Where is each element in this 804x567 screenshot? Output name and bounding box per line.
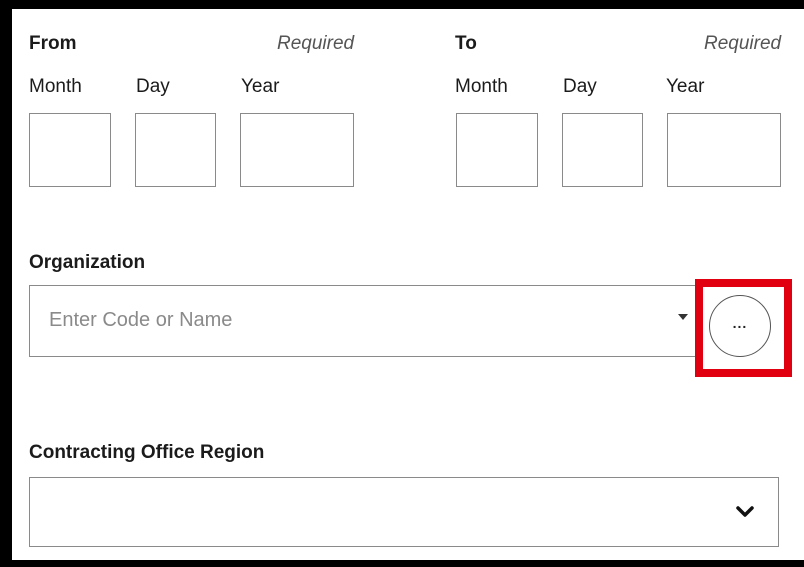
from-day-label: Day xyxy=(136,76,170,97)
to-required-text: Required xyxy=(704,33,782,54)
to-day-label: Day xyxy=(563,76,597,97)
to-month-input[interactable] xyxy=(456,113,538,187)
contracting-office-region-label: Contracting Office Region xyxy=(29,442,265,463)
to-year-input[interactable] xyxy=(667,113,781,187)
to-year-label: Year xyxy=(666,76,705,97)
from-year-input[interactable] xyxy=(240,113,354,187)
filter-form: From Required Month Day Year To Required… xyxy=(12,9,804,560)
organization-combobox[interactable]: Enter Code or Name xyxy=(29,285,701,357)
organization-placeholder: Enter Code or Name xyxy=(49,309,233,331)
to-month-label: Month xyxy=(455,76,508,97)
from-required-text: Required xyxy=(277,33,355,54)
to-label: To xyxy=(455,33,477,54)
from-day-input[interactable] xyxy=(135,113,216,187)
from-label: From xyxy=(29,33,77,54)
organization-label: Organization xyxy=(29,252,146,273)
from-year-label: Year xyxy=(241,76,280,97)
from-month-input[interactable] xyxy=(29,113,111,187)
caret-down-icon[interactable] xyxy=(678,314,688,320)
from-month-label: Month xyxy=(29,76,82,97)
ellipsis-icon: ... xyxy=(732,315,748,331)
to-day-input[interactable] xyxy=(562,113,643,187)
contracting-office-region-select[interactable] xyxy=(29,477,779,547)
chevron-down-icon xyxy=(736,506,754,517)
more-options-button[interactable]: ... xyxy=(709,295,771,357)
